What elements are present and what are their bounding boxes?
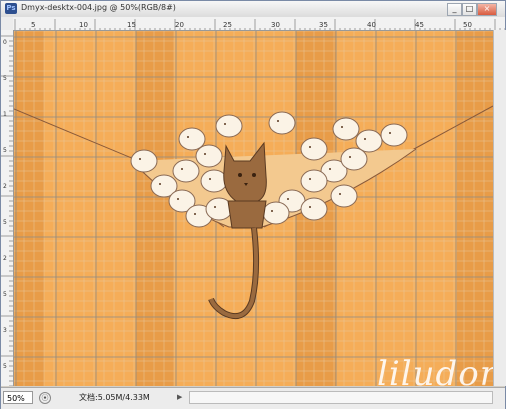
status-bar: 50% ⦿ 文档:5.05M/4.33M ▶ ◀ — [1, 387, 505, 409]
maximize-button[interactable]: □ — [462, 3, 477, 16]
window-title: Dmyx-desktx-004.jpg @ 50%(RGB/8#) — [21, 3, 176, 12]
zoom-level-field[interactable]: 50% — [3, 391, 33, 404]
ruler-left-label: 2 — [3, 255, 7, 262]
minimize-button[interactable]: _ — [447, 3, 462, 16]
watermark-text: liludori.co — [377, 354, 493, 386]
ruler-top-label: 20 — [175, 21, 184, 29]
photoshop-app-icon: Ps — [5, 3, 17, 14]
ruler-top-label: 25 — [223, 21, 232, 29]
ruler-left-label: 0 — [3, 39, 7, 46]
ruler-left-label: 5 — [3, 219, 7, 226]
ruler-top-label: 30 — [271, 21, 280, 29]
ruler-left-label: 5 — [3, 291, 7, 298]
horizontal-scrollbar[interactable] — [189, 391, 493, 404]
horizontal-ruler-ticks: 5 10 15 20 25 30 35 40 45 50 — [14, 19, 505, 30]
document-info[interactable]: 文档:5.05M/4.33M — [79, 392, 150, 403]
image-canvas[interactable]: liludori.co — [14, 31, 493, 386]
info-icon[interactable]: ⦿ — [39, 392, 51, 404]
close-button[interactable]: × — [477, 3, 497, 16]
ruler-left-label: 1 — [3, 111, 7, 118]
ruler-left-label: 5 — [3, 75, 7, 82]
ruler-top-label: 10 — [79, 21, 88, 29]
canvas-artwork — [14, 31, 493, 386]
ruler-top-label: 40 — [367, 21, 376, 29]
ruler-top-label: 45 — [415, 21, 424, 29]
ruler-left-label: 3 — [3, 327, 7, 334]
ruler-left-label: 5 — [3, 363, 7, 370]
ruler-top-label: 35 — [319, 21, 328, 29]
ruler-left-label: 2 — [3, 183, 7, 190]
title-bar[interactable]: Ps Dmyx-desktx-004.jpg @ 50%(RGB/8#) _ □… — [1, 1, 505, 18]
document-window: Ps Dmyx-desktx-004.jpg @ 50%(RGB/8#) _ □… — [0, 0, 506, 409]
vertical-scrollbar[interactable] — [493, 30, 506, 386]
vertical-ruler-ticks: 0 5 1 5 2 5 2 5 3 5 — [1, 35, 13, 386]
ruler-top-label: 5 — [31, 21, 35, 29]
ruler-top-label: 50 — [463, 21, 472, 29]
ruler-left-label: 5 — [3, 147, 7, 154]
ruler-top-label: 15 — [127, 21, 136, 29]
status-menu-arrow[interactable]: ▶ — [177, 393, 182, 401]
horizontal-ruler[interactable]: 5 10 15 20 25 30 35 40 45 50 — [13, 17, 505, 31]
vertical-ruler[interactable]: 0 5 1 5 2 5 2 5 3 5 — [1, 30, 14, 386]
